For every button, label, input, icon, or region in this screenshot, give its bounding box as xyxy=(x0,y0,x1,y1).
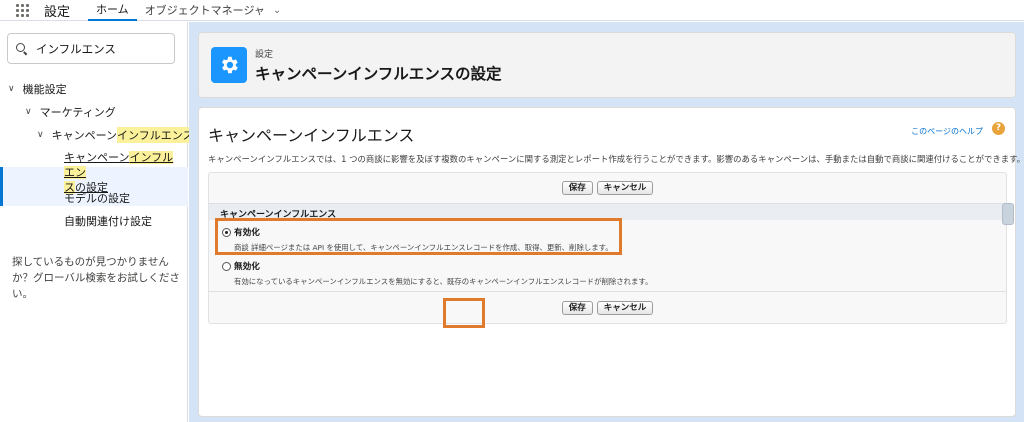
page-title: キャンペーンインフルエンスの設定 xyxy=(255,65,502,83)
tree-item-campaign-influence-settings[interactable]: キャンペーンインフルエン スの設定 xyxy=(64,150,182,195)
cancel-button-top[interactable]: キャンセル xyxy=(596,181,654,195)
bottom-button-row: 保存 キャンセル xyxy=(209,301,1006,315)
chevron-down-icon[interactable]: ∨ xyxy=(25,107,32,117)
setup-sidebar: インフルエンス ∨ 機能設定 ∨ マーケティング ∨ キャンペーン インフルエンス… xyxy=(0,22,194,422)
tree-item-model-settings[interactable]: モデルの設定 xyxy=(64,190,130,206)
tab-object-manager[interactable]: オブジェクトマネージャ ⌄ xyxy=(137,0,290,21)
search-icon xyxy=(16,42,28,55)
option-disable: 無効化 有効になっているキャンペーンインフルエンスを無効にすると、既存のキャンペ… xyxy=(222,260,652,287)
page-header: 設定 キャンペーンインフルエンスの設定 xyxy=(198,32,1016,98)
scroll-handle[interactable] xyxy=(1002,203,1014,225)
disable-radio[interactable] xyxy=(222,261,231,271)
tab-home[interactable]: ホーム xyxy=(88,0,137,21)
top-button-row: 保存 キャンセル xyxy=(209,181,1006,195)
content-panel: キャンペーンインフルエンス このページのヘルプ ? キャンペーンインフルエンスで… xyxy=(198,107,1024,417)
chevron-down-icon[interactable]: ⌄ xyxy=(273,5,281,16)
tree-item-feature-settings[interactable]: ∨ 機能設定 xyxy=(8,81,67,97)
chevron-down-icon[interactable]: ∨ xyxy=(37,130,44,140)
chevron-down-icon[interactable]: ∨ xyxy=(8,84,15,94)
save-button-bottom[interactable]: 保存 xyxy=(561,301,593,315)
help-icon[interactable]: ? xyxy=(992,122,1005,135)
app-launcher-icon[interactable] xyxy=(0,0,44,21)
help-link[interactable]: このページのヘルプ xyxy=(911,126,983,137)
gear-icon xyxy=(211,47,247,83)
breadcrumb: 設定 xyxy=(255,50,274,60)
sidebar-help-text: 探しているものが見つかりませんか？グローバル検索をお試しください。 xyxy=(12,256,180,300)
disable-label: 無効化 xyxy=(234,262,260,272)
description-text: キャンペーンインフルエンスでは、1 つの商談に影響を及ぼす複数のキャンペーンに関… xyxy=(208,154,1024,164)
disable-description: 有効になっているキャンペーンインフルエンスを無効にすると、既存のキャンペーンイン… xyxy=(234,277,653,286)
annotation-box-enable xyxy=(215,218,622,255)
global-header: 設定 ホーム オブジェクトマネージャ ⌄ xyxy=(0,0,1024,21)
cancel-button-bottom[interactable]: キャンセル xyxy=(596,301,654,315)
save-button-top[interactable]: 保存 xyxy=(561,181,593,195)
tree-item-auto-link-settings[interactable]: 自動関連付け設定 xyxy=(64,213,152,229)
quick-find-input[interactable]: インフルエンス xyxy=(7,33,175,64)
section-heading: キャンペーンインフルエンス xyxy=(208,126,415,145)
divider xyxy=(209,291,1006,292)
app-name: 設定 xyxy=(44,4,71,20)
annotation-box-save xyxy=(443,298,485,328)
tree-item-marketing[interactable]: ∨ マーケティング xyxy=(25,104,116,120)
tree-item-campaign-influence[interactable]: ∨ キャンペーン インフルエンス xyxy=(37,127,194,143)
